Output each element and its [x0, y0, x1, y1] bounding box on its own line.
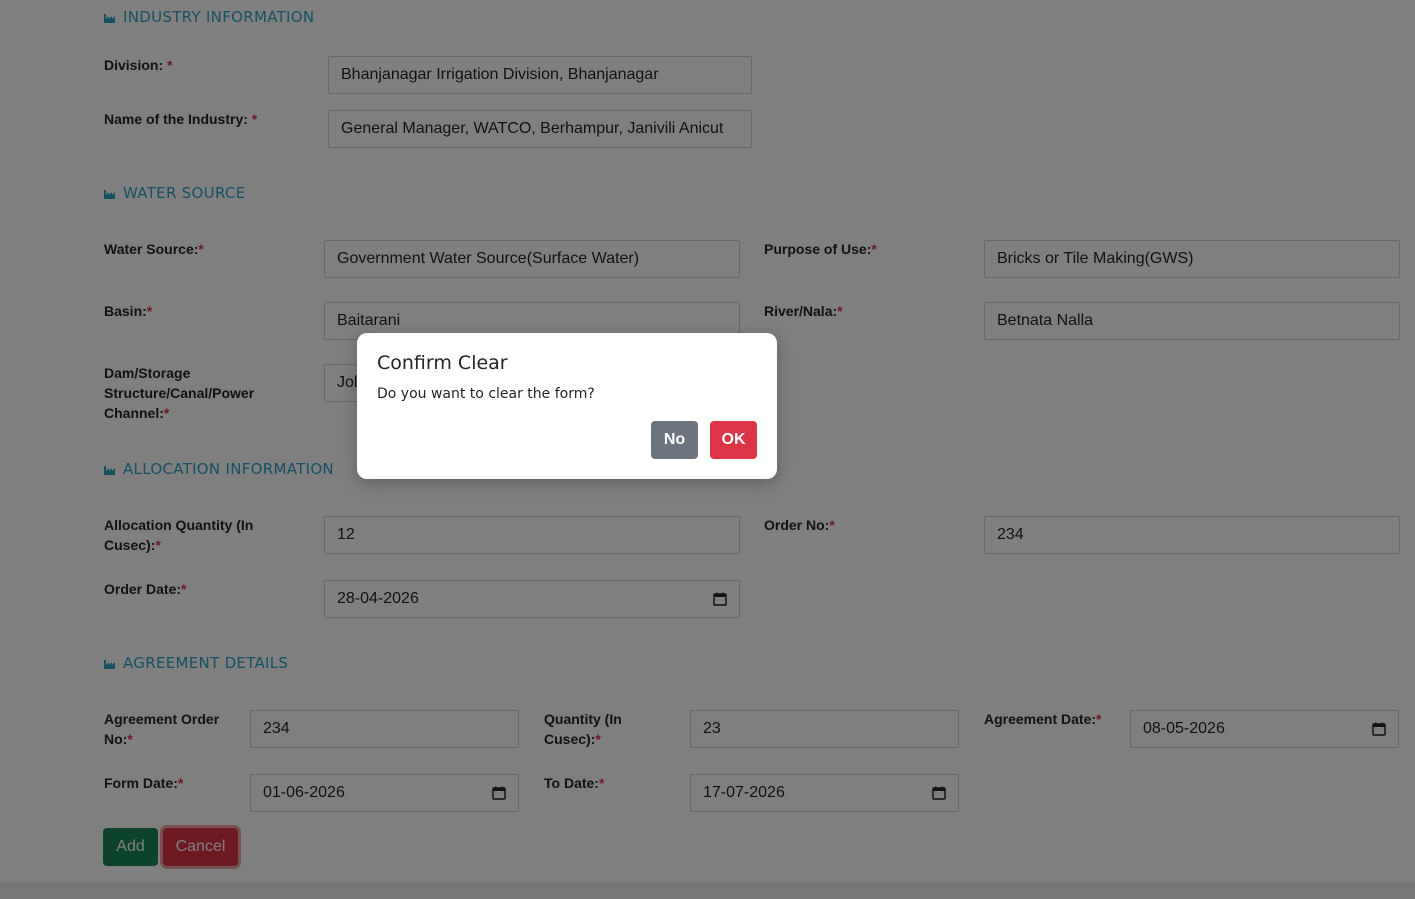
- dialog-title: Confirm Clear: [377, 352, 508, 374]
- dialog-message: Do you want to clear the form?: [377, 386, 595, 402]
- ok-button[interactable]: OK: [710, 421, 757, 459]
- confirm-clear-dialog: Confirm Clear Do you want to clear the f…: [357, 333, 777, 479]
- no-button[interactable]: No: [651, 421, 698, 459]
